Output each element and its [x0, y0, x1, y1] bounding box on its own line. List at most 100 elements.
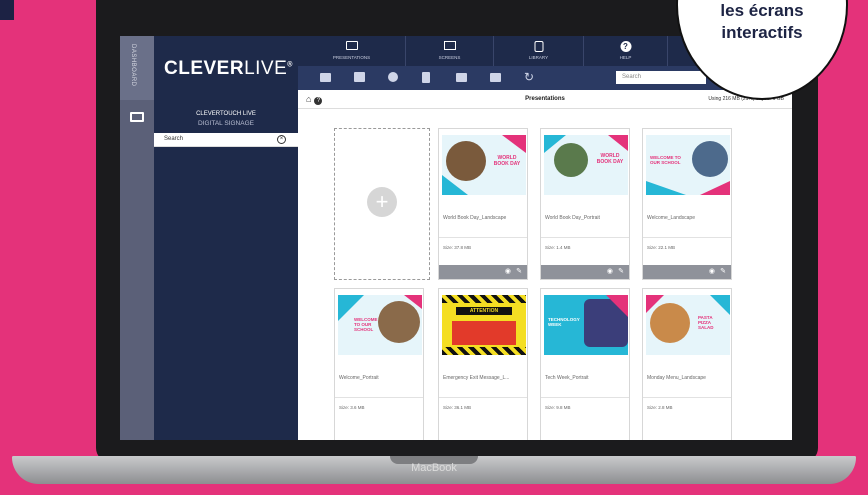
nav-presentations-label: PRESENTATIONS [332, 55, 371, 60]
presentation-rail-icon[interactable] [130, 112, 144, 122]
card-divider [541, 397, 629, 398]
presentation-name: Welcome_Portrait [339, 375, 379, 381]
device-icon[interactable] [422, 72, 430, 83]
card-actions: ◉ ✎ [439, 265, 527, 279]
sidebar-subtitle: DIGITAL SIGNAGE [198, 120, 254, 127]
nav-screens-label: SCREENS [438, 55, 461, 60]
thumbnail-text: WELCOME TO OUR SCHOOL [650, 155, 681, 165]
edit-icon[interactable]: ✎ [516, 268, 522, 276]
callout-line-1: les écrans [720, 1, 804, 20]
presentation-thumbnail: TECHNOLOGY WEEK [544, 295, 628, 355]
card-actions: ◉ ✎ [643, 265, 731, 279]
background-corner [0, 0, 14, 20]
corner-triangle [646, 295, 664, 313]
logo-mark: ® [287, 61, 293, 69]
presentations-panel: ⌂? Presentations Using 216 MB (21%) of y… [298, 90, 792, 440]
presentation-card[interactable]: WORLD BOOK DAY World Book Day_Portrait S… [540, 128, 630, 280]
media-icon[interactable] [456, 73, 467, 82]
sidebar-search[interactable]: Search × [154, 133, 298, 147]
presentation-name: World Book Day_Landscape [443, 215, 507, 221]
presentation-size: Size: 2.8 MB [647, 405, 673, 410]
edit-icon[interactable]: ✎ [720, 268, 726, 276]
sidebar: CLEVERLIVE® CLEVERTOUCH LIVE DIGITAL SIG… [154, 36, 298, 440]
presentation-size: Size: 3.6 MB [339, 405, 365, 410]
message-panel [452, 321, 516, 345]
new-presentation-icon[interactable] [320, 73, 331, 82]
nav-library[interactable]: LIBRARY [494, 36, 584, 66]
card-divider [541, 237, 629, 238]
presentation-name: Tech Week_Portrait [545, 375, 589, 381]
presentation-size: Size: 9.8 MB [545, 405, 571, 410]
app-screen: DASHBOARD CLEVERLIVE® CLEVERTOUCH LIVE D… [120, 36, 792, 440]
presentation-card[interactable]: WELCOME TO OUR SCHOOL Welcome_Portrait S… [334, 288, 424, 440]
add-presentation-card[interactable]: + [334, 128, 430, 280]
card-divider [335, 397, 423, 398]
eye-icon[interactable]: ◉ [709, 268, 715, 276]
library-icon [534, 41, 543, 52]
sidebar-title: CLEVERTOUCH LIVE [196, 111, 256, 117]
presentation-card[interactable]: WORLD BOOK DAY World Book Day_Landscape … [438, 128, 528, 280]
close-icon[interactable]: × [277, 135, 286, 144]
presentation-name: Emergency Exit Message_L... [443, 375, 510, 381]
presentation-name: Welcome_Landscape [647, 215, 695, 221]
eye-icon[interactable]: ◉ [607, 268, 613, 276]
corner-triangle [646, 181, 686, 195]
toolbar-search-input[interactable]: Search [616, 71, 706, 84]
warning-stripe [442, 295, 526, 303]
presentation-card[interactable]: PASTA PIZZA SALAD Monday Menu_Landscape … [642, 288, 732, 440]
globe-icon[interactable] [388, 72, 398, 82]
presentation-size: Size: 36.1 MB [443, 405, 472, 410]
eye-icon[interactable]: ◉ [505, 268, 511, 276]
presentation-size: Size: 22.1 MB [647, 245, 676, 250]
presentation-card[interactable]: ATTENTION Emergency Exit Message_L... Si… [438, 288, 528, 440]
add-icon[interactable]: + [367, 187, 397, 217]
thumbnail-text: TECHNOLOGY WEEK [548, 317, 580, 327]
dashboard-rail: DASHBOARD [120, 36, 154, 440]
thumbnail-text: PASTA PIZZA SALAD [698, 315, 714, 330]
corner-triangle [502, 135, 526, 153]
logo-light: LIVE [244, 58, 288, 79]
card-actions: ◉ ✎ [541, 265, 629, 279]
presentation-name: World Book Day_Portrait [545, 215, 600, 221]
presentation-card[interactable]: TECHNOLOGY WEEK Tech Week_Portrait Size:… [540, 288, 630, 440]
presentation-thumbnail: WORLD BOOK DAY [442, 135, 526, 195]
presentation-thumbnail: WELCOME TO OUR SCHOOL [338, 295, 422, 355]
thumbnail-text: WELCOME TO OUR SCHOOL [354, 317, 378, 332]
presentation-icon [345, 41, 358, 50]
card-divider [643, 397, 731, 398]
nav-screens[interactable]: SCREENS [406, 36, 494, 66]
presentation-thumbnail: ATTENTION [442, 295, 526, 355]
message-icon[interactable] [490, 73, 501, 82]
thumbnail-text: WORLD BOOK DAY [596, 153, 624, 165]
card-divider [643, 237, 731, 238]
clever-live-logo: CLEVERLIVE® [164, 58, 293, 80]
corner-triangle [544, 135, 566, 153]
presentation-name: Monday Menu_Landscape [647, 375, 706, 381]
presentation-size: Size: 1.4 MB [545, 245, 571, 250]
corner-triangle [710, 295, 730, 315]
corner-triangle [442, 175, 468, 195]
logo-bold: CLEVER [164, 58, 245, 79]
header-divider [298, 108, 792, 109]
presentation-thumbnail: WORLD BOOK DAY [544, 135, 628, 195]
card-divider [439, 237, 527, 238]
card-divider [439, 397, 527, 398]
nav-presentations[interactable]: PRESENTATIONS [298, 36, 406, 66]
dashboard-tab[interactable]: DASHBOARD [120, 36, 154, 100]
monitor-icon [443, 41, 456, 50]
dashboard-label: DASHBOARD [130, 44, 136, 87]
calendar-icon[interactable] [354, 72, 365, 82]
help-icon: ? [620, 41, 631, 52]
callout-text: les écrans interactifs [676, 0, 848, 44]
warning-stripe [442, 347, 526, 355]
callout-line-2: interactifs [721, 23, 803, 42]
sidebar-search-label: Search [164, 136, 184, 142]
presentation-card[interactable]: WELCOME TO OUR SCHOOL Welcome_Landscape … [642, 128, 732, 280]
thumbnail-text: WORLD BOOK DAY [493, 155, 521, 167]
sidebar-heading: CLEVERTOUCH LIVE DIGITAL SIGNAGE [154, 110, 298, 128]
presentation-thumbnail: PASTA PIZZA SALAD [646, 295, 730, 355]
edit-icon[interactable]: ✎ [618, 268, 624, 276]
device-brand-label: MacBook [411, 462, 457, 474]
nav-help[interactable]: ? HELP [584, 36, 668, 66]
refresh-icon[interactable]: ↻ [524, 70, 534, 84]
